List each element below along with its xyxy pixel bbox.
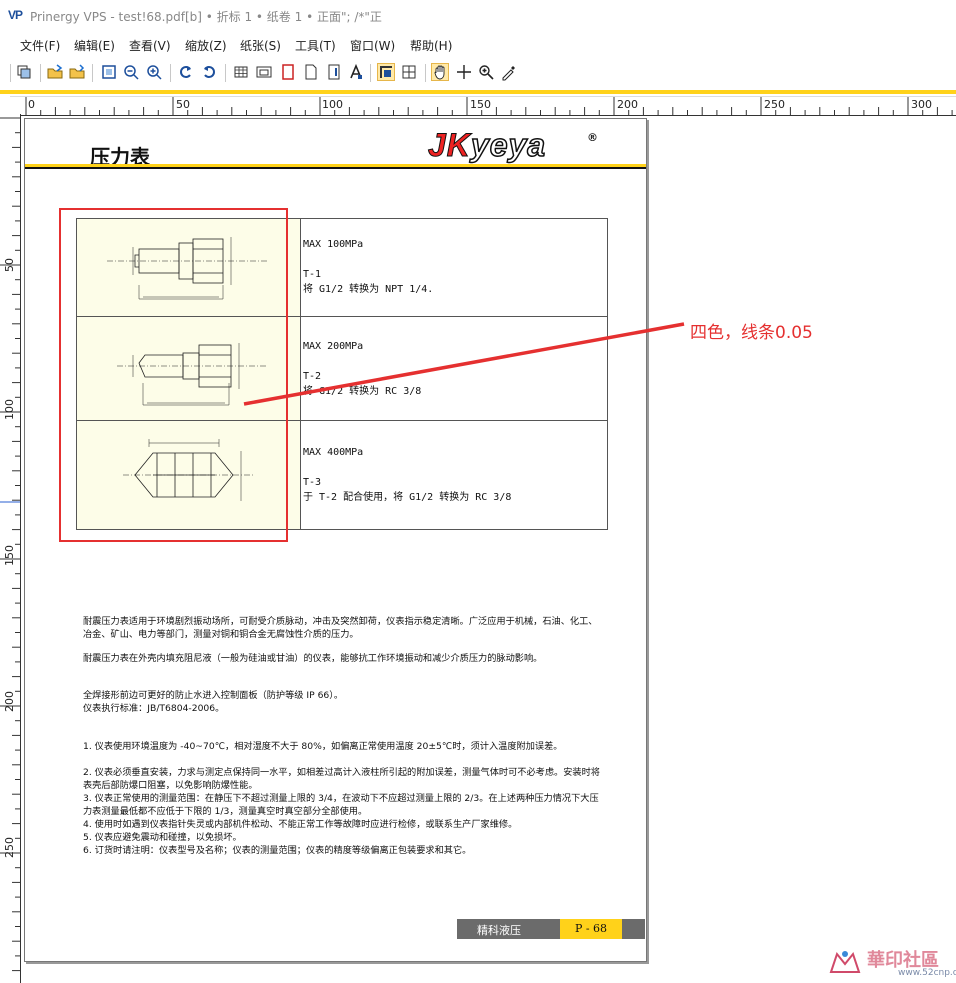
- menu-window[interactable]: 窗口(W): [350, 37, 395, 54]
- toolbar-separator: [170, 64, 171, 82]
- note-item: 2. 仪表必须垂直安装，力求与测定点保持同一水平，如相差过高计入液柱所引起的附加…: [83, 767, 600, 791]
- footer-label: 精科液压: [477, 924, 521, 937]
- ruler-h-label: 200: [617, 98, 638, 111]
- ruler-h-label: 150: [470, 98, 491, 111]
- page-icon[interactable]: [302, 63, 320, 81]
- ruler-v-label: 250: [3, 837, 16, 858]
- footer-page-number: P - 68: [560, 919, 622, 939]
- menu-bar: 文件(F) 编辑(E) 查看(V) 缩放(Z) 纸张(S) 工具(T) 窗口(W…: [0, 34, 956, 56]
- product-code: T-1: [303, 269, 322, 280]
- corner-icon[interactable]: [377, 63, 395, 81]
- toolbar-separator: [225, 64, 226, 82]
- ruler-v-label: 100: [3, 399, 16, 420]
- bleed-icon[interactable]: [400, 63, 418, 81]
- open-folder-2-icon[interactable]: [68, 63, 86, 81]
- header-rule: [25, 164, 646, 169]
- zoom-in-icon[interactable]: [145, 63, 163, 81]
- watermark-url: www.52cnp.com: [898, 968, 956, 978]
- description-paragraph: 耐震压力表在外壳内填充阻尼液（一般为硅油或甘油）的仪表，能够抗工作环境振动和减少…: [83, 653, 543, 664]
- ruler-v-label: 150: [3, 545, 16, 566]
- ruler-v-label: 50: [3, 258, 16, 272]
- eyedropper-icon[interactable]: [500, 63, 518, 81]
- ruler-h-label: 250: [764, 98, 785, 111]
- page-right-icon[interactable]: [325, 63, 343, 81]
- note-item: 4. 使用时如遇到仪表指针失灵或内部机件松动、不能正常工作等故障时应进行检修，或…: [83, 819, 518, 830]
- product-desc: 将 G1/2 转换为 NPT 1/4.: [303, 284, 434, 295]
- description-paragraph: 全焊接形前边可更好的防止水进入控制面板（防护等级 IP 66）。: [83, 690, 344, 701]
- horizontal-ruler[interactable]: 0 50 100 150 200 250 300: [10, 96, 956, 116]
- menu-zoom[interactable]: 缩放(Z): [185, 37, 227, 54]
- toolbar-separator: [40, 64, 41, 82]
- text-icon[interactable]: [347, 63, 365, 81]
- grid-icon[interactable]: [232, 63, 250, 81]
- toolbar-separator: [425, 64, 426, 82]
- title-bar: VP Prinergy VPS - test!68.pdf[b] • 折标 1 …: [0, 0, 956, 32]
- menu-help[interactable]: 帮助(H): [410, 37, 452, 54]
- description-paragraph: 耐震压力表适用于环境剧烈振动场所，可耐受介质脉动，冲击及突然卸荷，仪表指示稳定清…: [83, 616, 598, 640]
- product-desc: 将 G1/2 转换为 RC 3/8: [303, 386, 422, 397]
- toolbar: [0, 60, 956, 86]
- layers-icon[interactable]: [15, 63, 33, 81]
- toolbar-separator: [92, 64, 93, 82]
- brand-jk: JK: [428, 127, 471, 164]
- open-folder-icon[interactable]: [46, 63, 64, 81]
- product-max: MAX 100MPa: [303, 239, 364, 250]
- note-item: 6. 订货时请注明：仪表型号及名称；仪表的测量范围；仪表的精度等级偏离正包装要求…: [83, 845, 472, 856]
- product-max: MAX 400MPa: [303, 447, 364, 458]
- ruler-h-label: 100: [322, 98, 343, 111]
- app-logo-icon: VP: [8, 8, 23, 22]
- product-desc: 于 T-2 配合使用，将 G1/2 转换为 RC 3/8: [303, 492, 512, 503]
- toolbar-separator: [10, 64, 11, 82]
- product-code: T-3: [303, 477, 322, 488]
- rotate-left-icon[interactable]: [177, 63, 195, 81]
- hand-icon[interactable]: [431, 63, 449, 81]
- crosshair-icon[interactable]: [455, 63, 473, 81]
- product-max: MAX 200MPa: [303, 341, 364, 352]
- note-item: 1. 仪表使用环境温度为 -40~70℃，相对湿度不大于 80%，如偏离正常使用…: [83, 741, 563, 752]
- brand-yeya: yeya: [470, 126, 547, 164]
- vertical-ruler[interactable]: 50 100 150 200 250: [0, 114, 21, 983]
- ruler-h-label: 50: [176, 98, 190, 111]
- menu-file[interactable]: 文件(F): [20, 37, 60, 54]
- annotation-box: [59, 208, 288, 542]
- brand-logo: JKyeya: [428, 126, 547, 164]
- menu-view[interactable]: 查看(V): [129, 37, 171, 54]
- note-item: 3. 仪表正常使用的测量范围：在静压下不超过测量上限的 3/4，在波动下不应超过…: [83, 793, 599, 817]
- menu-edit[interactable]: 编辑(E): [74, 37, 115, 54]
- ruler-h-label: 0: [28, 98, 35, 111]
- window-title: Prinergy VPS - test!68.pdf[b] • 折标 1 • 纸…: [30, 10, 382, 24]
- menu-tools[interactable]: 工具(T): [295, 37, 336, 54]
- registered-mark: ®: [587, 131, 598, 144]
- sheet-icon[interactable]: [255, 63, 273, 81]
- ruler-v-label: 200: [3, 691, 16, 712]
- ruler-h-label: 300: [911, 98, 932, 111]
- note-item: 5. 仪表应避免震动和碰撞，以免损坏。: [83, 832, 242, 843]
- description-paragraph: 仪表执行标准：JB/T6804-2006。: [83, 703, 225, 714]
- zoom-out-icon[interactable]: [122, 63, 140, 81]
- fit-page-icon[interactable]: [100, 63, 118, 81]
- rotate-right-icon[interactable]: [200, 63, 218, 81]
- annotation-label: 四色，线条0.05: [690, 323, 813, 343]
- toolbar-separator: [370, 64, 371, 82]
- menu-sheet[interactable]: 纸张(S): [240, 37, 281, 54]
- red-page-icon[interactable]: [279, 63, 297, 81]
- watermark-logo-icon: [829, 951, 861, 973]
- product-code: T-2: [303, 371, 322, 382]
- zoom-tool-icon[interactable]: [477, 63, 495, 81]
